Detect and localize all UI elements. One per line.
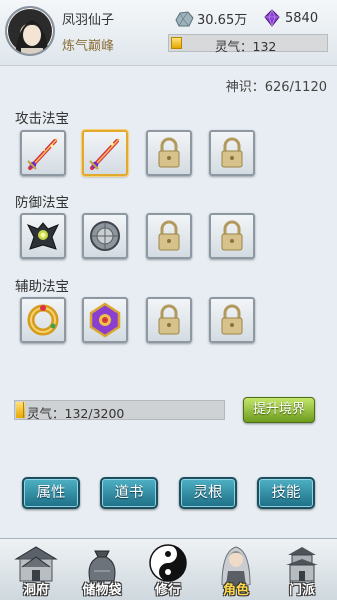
support-slot-4-locked[interactable] xyxy=(209,297,255,343)
upgrade-realm-button[interactable]: 提升境界 xyxy=(243,397,315,423)
attack-slot-1[interactable] xyxy=(20,130,66,176)
nav-item-character[interactable]: 角色 xyxy=(204,539,268,600)
nav-item-cultivate[interactable]: 修行 xyxy=(136,539,200,600)
skills-button[interactable]: 技能 xyxy=(257,477,315,509)
flame-sword-icon xyxy=(89,138,120,170)
spirit-stone-icon xyxy=(175,10,194,26)
silver-shield-icon xyxy=(90,221,120,251)
spirit-stone-counter: 30.65万 xyxy=(174,9,247,28)
defense-slot-1[interactable] xyxy=(20,213,66,259)
nav-item-storage[interactable]: 储物袋 xyxy=(70,539,134,600)
lingqi-progress-cap xyxy=(16,402,24,418)
dark-armor-icon xyxy=(26,222,60,250)
lingqi-fill-icon xyxy=(171,37,182,49)
gem-value: 5840 xyxy=(285,10,319,26)
support-treasure-title: 辅助法宝 xyxy=(15,279,69,295)
player-rank: 炼气巅峰 xyxy=(62,39,115,54)
bottom-nav: 洞府 储物袋 修行 角色 门派 xyxy=(0,538,337,600)
attack-slot-3-locked[interactable] xyxy=(146,130,192,176)
daoshu-button[interactable]: 道书 xyxy=(100,477,158,509)
player-name: 凤羽仙子 xyxy=(62,13,115,28)
support-slot-1[interactable] xyxy=(20,297,66,343)
defense-slot-3-locked[interactable] xyxy=(146,213,192,259)
nav-label-cave: 洞府 xyxy=(22,583,49,598)
padlock-icon xyxy=(158,137,180,168)
player-avatar[interactable] xyxy=(5,6,55,56)
padlock-icon xyxy=(158,304,180,335)
flame-sword-icon xyxy=(27,138,58,170)
golden-ring-icon xyxy=(27,304,59,336)
support-slot-2[interactable] xyxy=(82,297,128,343)
padlock-icon xyxy=(221,304,243,335)
spirit-stone-value: 30.65万 xyxy=(197,13,248,28)
nav-item-sect[interactable]: 门派 xyxy=(270,539,334,600)
lingqi-progress-bar: 灵气：132/3200 xyxy=(14,400,225,421)
attack-treasure-title: 攻击法宝 xyxy=(15,111,69,127)
nav-label-sect: 门派 xyxy=(288,583,315,598)
padlock-icon xyxy=(158,220,180,251)
support-slot-3-locked[interactable] xyxy=(146,297,192,343)
padlock-icon xyxy=(221,220,243,251)
divine-sense-readout: 神识：626/1120 xyxy=(225,80,327,95)
player-header: 凤羽仙子 炼气巅峰 30.65万 5840 灵气：132 xyxy=(0,0,337,66)
nav-label-cultivate: 修行 xyxy=(154,583,181,598)
defense-slot-4-locked[interactable] xyxy=(209,213,255,259)
lingqi-progress-label: 灵气：132/3200 xyxy=(27,406,125,421)
defense-slot-2[interactable] xyxy=(82,213,128,259)
defense-treasure-title: 防御法宝 xyxy=(15,195,69,211)
attack-slot-2[interactable] xyxy=(82,130,128,176)
padlock-icon xyxy=(221,137,243,168)
attributes-button[interactable]: 属性 xyxy=(22,477,80,509)
nav-label-character: 角色 xyxy=(222,583,249,598)
attack-slot-4-locked[interactable] xyxy=(209,130,255,176)
header-lingqi-bar: 灵气：132 xyxy=(168,34,328,54)
nav-label-storage: 储物袋 xyxy=(82,583,122,598)
purple-gem-icon xyxy=(264,9,280,27)
nav-item-cave[interactable]: 洞府 xyxy=(4,539,68,600)
linggen-button[interactable]: 灵根 xyxy=(179,477,237,509)
header-lingqi-label: 灵气：132 xyxy=(215,39,277,54)
gem-counter: 5840 xyxy=(262,9,318,27)
purple-talisman-icon xyxy=(89,302,121,338)
